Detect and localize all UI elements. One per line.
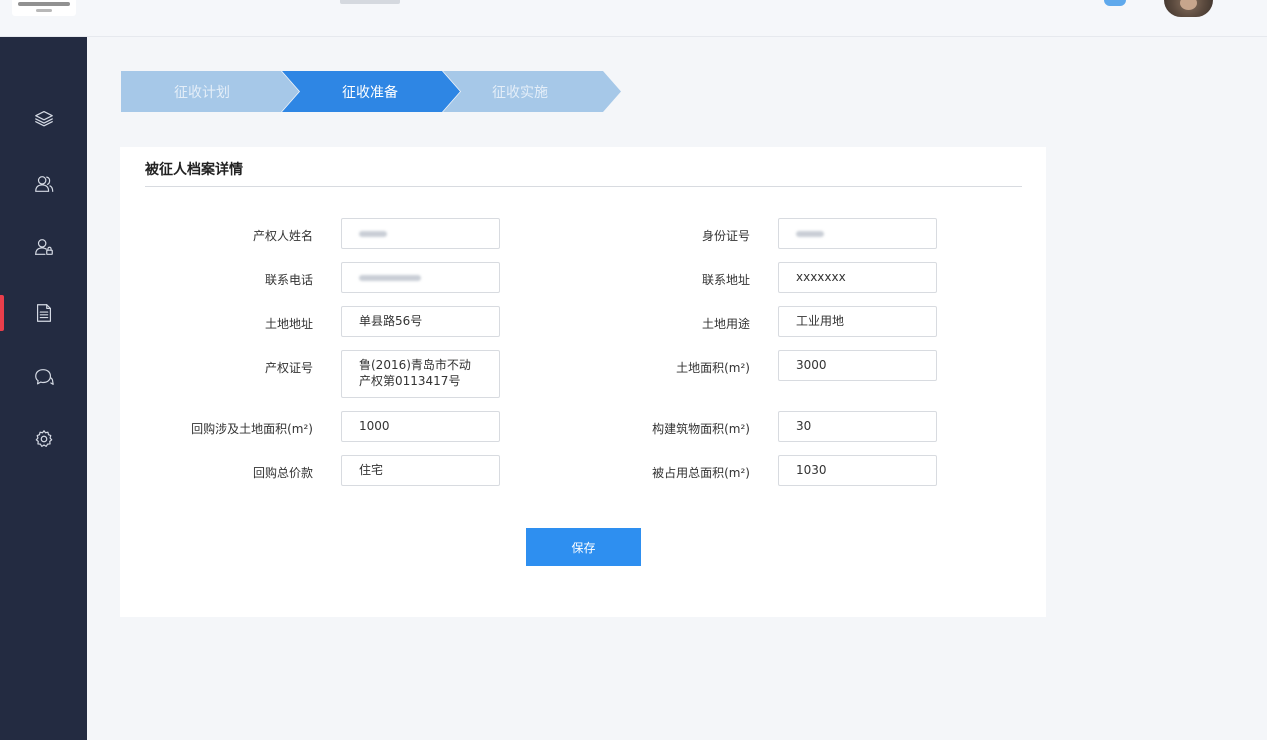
land-address-input[interactable]: 单县路56号 xyxy=(341,306,500,337)
top-bar xyxy=(0,0,1267,37)
land-use-input[interactable]: 工业用地 xyxy=(778,306,937,337)
buyback-land-area-input[interactable]: 1000 xyxy=(341,411,500,442)
step-implement-label: 征收实施 xyxy=(492,84,548,101)
phone-label: 联系电话 xyxy=(264,273,313,287)
occupied-area-input[interactable]: 1030 xyxy=(778,455,937,486)
redacted-value xyxy=(359,274,421,281)
contact-address-label: 联系地址 xyxy=(701,273,750,287)
land-address-label: 土地地址 xyxy=(264,317,313,331)
settings-icon xyxy=(35,430,52,447)
card-title: 被征人档案详情 xyxy=(145,162,243,178)
building-area-label: 构建筑物面积(m²) xyxy=(652,422,750,436)
owner-name-input[interactable] xyxy=(341,218,500,249)
save-button[interactable]: 保存 xyxy=(526,528,641,566)
sidebar xyxy=(0,37,87,740)
sidebar-item-settings[interactable] xyxy=(0,421,87,457)
sidebar-item-documents[interactable] xyxy=(0,295,87,331)
sidebar-item-layers[interactable] xyxy=(0,100,87,136)
sidebar-item-user-lock[interactable] xyxy=(0,229,87,265)
users-icon xyxy=(34,176,53,192)
id-number-input[interactable] xyxy=(778,218,937,249)
phone-input[interactable] xyxy=(341,262,500,293)
progress-steps: 征收计划 征收准备 征收实施 xyxy=(121,71,621,112)
logo xyxy=(12,0,76,16)
notification-icon[interactable] xyxy=(1104,0,1126,6)
step-plan-label: 征收计划 xyxy=(174,84,230,101)
land-use-label: 土地用途 xyxy=(701,317,750,331)
cert-number-label: 产权证号 xyxy=(264,361,313,375)
land-area-label: 土地面积(m²) xyxy=(676,361,750,375)
contact-address-input[interactable]: xxxxxxx xyxy=(778,262,937,293)
sidebar-item-users[interactable] xyxy=(0,166,87,202)
step-plan[interactable]: 征收计划 xyxy=(121,71,299,112)
id-number-label: 身份证号 xyxy=(701,229,750,243)
buyback-price-label: 回购总价款 xyxy=(252,466,313,480)
document-icon xyxy=(36,304,51,322)
buyback-price-input[interactable]: 住宅 xyxy=(341,455,500,486)
top-breadcrumb xyxy=(340,0,400,4)
sidebar-item-messages[interactable] xyxy=(0,359,87,395)
buyback-land-area-label: 回购涉及土地面积(m²) xyxy=(191,422,313,436)
title-divider xyxy=(145,186,1022,187)
avatar[interactable] xyxy=(1164,0,1213,17)
owner-name-label: 产权人姓名 xyxy=(252,229,313,243)
land-area-input[interactable]: 3000 xyxy=(778,350,937,381)
redacted-value xyxy=(359,230,387,237)
redacted-value xyxy=(796,230,824,237)
step-implement[interactable]: 征收实施 xyxy=(443,71,621,112)
chat-icon xyxy=(34,369,54,385)
step-prepare-label: 征收准备 xyxy=(342,84,398,101)
building-area-input[interactable]: 30 xyxy=(778,411,937,442)
archive-detail-card: 被征人档案详情 产权人姓名 身份证号 联系电话 联系地址 xxxxxxx 土地地… xyxy=(120,147,1046,617)
cert-number-input[interactable]: 鲁(2016)青岛市不动产权第0113417号 xyxy=(341,350,500,398)
occupied-area-label: 被占用总面积(m²) xyxy=(652,466,750,480)
user-lock-icon xyxy=(34,239,53,255)
step-prepare[interactable]: 征收准备 xyxy=(282,71,460,112)
layers-icon xyxy=(34,110,53,127)
